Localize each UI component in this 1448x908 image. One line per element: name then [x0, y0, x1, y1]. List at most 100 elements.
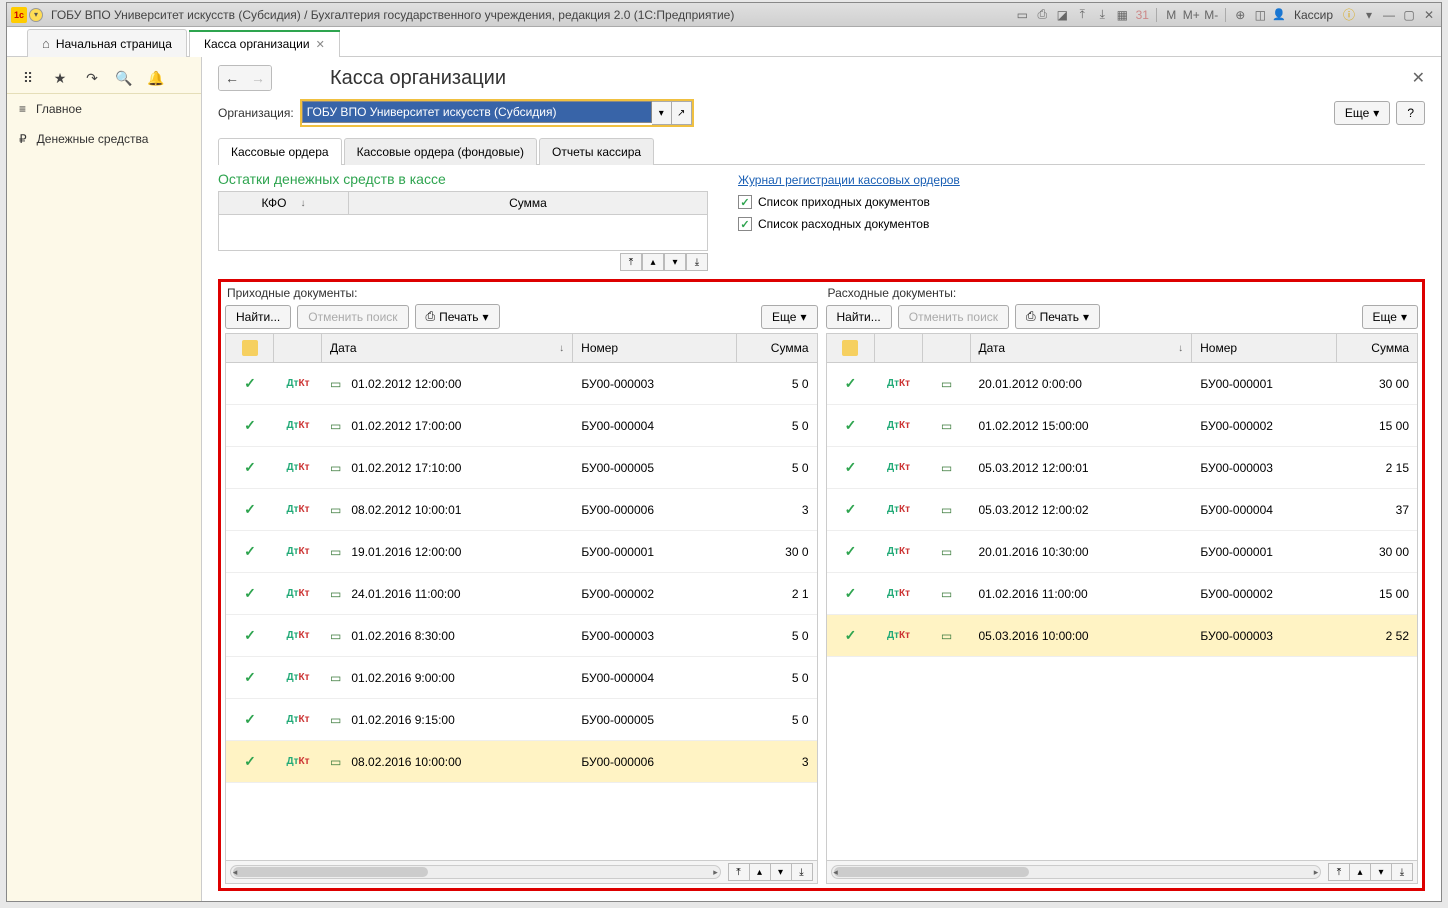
sidebar-item-cash[interactable]: ₽ Денежные средства — [7, 124, 201, 154]
bal-nav-last[interactable]: ⤓ — [686, 253, 708, 271]
itab-orders[interactable]: Кассовые ордера — [218, 138, 342, 165]
expense-col-ic[interactable] — [923, 334, 971, 362]
income-col-status[interactable] — [226, 334, 274, 362]
table-row[interactable]: ✓ДтКт▭01.02.2012 17:00:00БУ00-0000045 0 — [226, 405, 817, 447]
table-row[interactable]: ✓ДтКт▭01.02.2016 8:30:00БУ00-0000035 0 — [226, 615, 817, 657]
apps-icon[interactable]: ⠿ — [19, 69, 37, 87]
row-date: 20.01.2016 10:30:00 — [971, 541, 1193, 563]
search-icon[interactable]: 🔍 — [115, 69, 133, 87]
tb-calc-icon[interactable]: ▦ — [1114, 7, 1130, 23]
expense-find-button[interactable]: Найти... — [826, 305, 892, 329]
table-row[interactable]: ✓ДтКт▭01.02.2012 15:00:00БУ00-00000215 0… — [827, 405, 1418, 447]
bal-col-kfo[interactable]: КФО↓ — [219, 192, 349, 214]
table-row[interactable]: ✓ДтКт▭05.03.2016 10:00:00БУ00-0000032 52 — [827, 615, 1418, 657]
print-icon: ⎙ — [426, 309, 436, 324]
table-row[interactable]: ✓ДтКт▭01.02.2016 9:00:00БУ00-0000045 0 — [226, 657, 817, 699]
history-icon[interactable]: ↷ — [83, 69, 101, 87]
bal-col-sum[interactable]: Сумма — [349, 192, 707, 214]
income-col-dk[interactable] — [274, 334, 322, 362]
titlebar-dropdown[interactable]: ▾ — [29, 8, 43, 22]
table-row[interactable]: ✓ДтКт▭20.01.2012 0:00:00БУ00-00000130 00 — [827, 363, 1418, 405]
chk-income[interactable] — [738, 195, 752, 209]
chk-expense[interactable] — [738, 217, 752, 231]
income-col-num[interactable]: Номер — [573, 334, 736, 362]
row-num: БУ00-000003 — [573, 625, 736, 647]
itab-reports[interactable]: Отчеты кассира — [539, 138, 654, 165]
maximize-icon[interactable]: ▢ — [1401, 7, 1417, 23]
income-more-button[interactable]: Еще ▾ — [761, 305, 817, 329]
expense-nav-down[interactable]: ▾ — [1370, 863, 1392, 881]
table-row[interactable]: ✓ДтКт▭08.02.2012 10:00:01БУ00-0000063 — [226, 489, 817, 531]
expense-print-button[interactable]: ⎙ Печать ▾ — [1015, 304, 1100, 329]
org-open-icon[interactable]: ↗ — [672, 101, 692, 125]
income-nav-first[interactable]: ⤒ — [728, 863, 750, 881]
tb-print-icon[interactable]: ⎙ — [1034, 7, 1050, 23]
income-col-date[interactable]: Дата↓ — [322, 334, 573, 362]
expense-col-dk[interactable] — [875, 334, 923, 362]
close-window-icon[interactable]: ✕ — [1421, 7, 1437, 23]
tb-calendar-icon[interactable]: 31 — [1134, 7, 1150, 23]
expense-more-button[interactable]: Еще ▾ — [1362, 305, 1418, 329]
tb-folder-icon[interactable]: ▭ — [1014, 7, 1030, 23]
tb-m-icon[interactable]: M — [1163, 7, 1179, 23]
expense-hscroll[interactable]: ◂▸ — [831, 865, 1322, 879]
tab-home[interactable]: ⌂ Начальная страница — [27, 29, 187, 57]
table-row[interactable]: ✓ДтКт▭01.02.2012 12:00:00БУ00-0000035 0 — [226, 363, 817, 405]
user-label[interactable]: Кассир — [1294, 8, 1333, 22]
tb-info-icon[interactable]: ⓘ — [1341, 7, 1357, 23]
income-find-button[interactable]: Найти... — [225, 305, 291, 329]
table-row[interactable]: ✓ДтКт▭20.01.2016 10:30:00БУ00-00000130 0… — [827, 531, 1418, 573]
tab-kassa[interactable]: Касса организации ✕ — [189, 30, 340, 57]
help-button[interactable]: ? — [1396, 101, 1425, 125]
tb-info-dd[interactable]: ▾ — [1361, 7, 1377, 23]
table-row[interactable]: ✓ДтКт▭08.02.2016 10:00:00БУ00-0000063 — [226, 741, 817, 783]
table-row[interactable]: ✓ДтКт▭01.02.2012 17:10:00БУ00-0000055 0 — [226, 447, 817, 489]
expense-col-num[interactable]: Номер — [1192, 334, 1337, 362]
expense-col-status[interactable] — [827, 334, 875, 362]
expense-col-sum[interactable]: Сумма — [1337, 334, 1417, 362]
bal-nav-up[interactable]: ▴ — [642, 253, 664, 271]
table-row[interactable]: ✓ДтКт▭19.01.2016 12:00:00БУ00-00000130 0 — [226, 531, 817, 573]
journal-link[interactable]: Журнал регистрации кассовых ордеров — [738, 173, 960, 187]
expense-nav-first[interactable]: ⤒ — [1328, 863, 1350, 881]
minimize-icon[interactable]: — — [1381, 7, 1397, 23]
tb-zoom-icon[interactable]: ⊕ — [1232, 7, 1248, 23]
table-row[interactable]: ✓ДтКт▭01.02.2016 11:00:00БУ00-00000215 0… — [827, 573, 1418, 615]
bal-nav-down[interactable]: ▾ — [664, 253, 686, 271]
income-col-sum[interactable]: Сумма — [737, 334, 817, 362]
status-icon: ✓ — [827, 539, 875, 564]
tab-close-icon[interactable]: ✕ — [316, 38, 325, 51]
close-page-icon[interactable]: ✕ — [1412, 68, 1425, 88]
more-button-top[interactable]: Еще ▾ — [1334, 101, 1390, 125]
bell-icon[interactable]: 🔔 — [147, 69, 165, 87]
bal-nav-first[interactable]: ⤒ — [620, 253, 642, 271]
expense-nav-last[interactable]: ⤓ — [1391, 863, 1413, 881]
table-row[interactable]: ✓ДтКт▭01.02.2016 9:15:00БУ00-0000055 0 — [226, 699, 817, 741]
income-nav-down[interactable]: ▾ — [770, 863, 792, 881]
tb-upload-icon[interactable]: ⤒ — [1074, 7, 1090, 23]
org-dropdown-icon[interactable]: ▾ — [652, 101, 672, 125]
row-num: БУ00-000004 — [573, 667, 736, 689]
star-icon[interactable]: ★ — [51, 69, 69, 87]
income-print-button[interactable]: ⎙ Печать ▾ — [415, 304, 500, 329]
tb-mminus-icon[interactable]: M- — [1203, 7, 1219, 23]
table-row[interactable]: ✓ДтКт▭24.01.2016 11:00:00БУ00-0000022 1 — [226, 573, 817, 615]
back-button[interactable]: ← — [219, 66, 245, 90]
income-nav-last[interactable]: ⤓ — [791, 863, 813, 881]
tb-mplus-icon[interactable]: M+ — [1183, 7, 1199, 23]
dtkt-icon: ДтКт — [875, 416, 923, 435]
table-row[interactable]: ✓ДтКт▭05.03.2012 12:00:01БУ00-0000032 15 — [827, 447, 1418, 489]
sidebar-item-main[interactable]: ≡ Главное — [7, 94, 201, 124]
income-nav-up[interactable]: ▴ — [749, 863, 771, 881]
tb-download-icon[interactable]: ⤓ — [1094, 7, 1110, 23]
org-input[interactable] — [302, 101, 652, 123]
tb-panels-icon[interactable]: ◫ — [1252, 7, 1268, 23]
doc-icon: ▭ — [923, 583, 971, 605]
tb-compare-icon[interactable]: ◪ — [1054, 7, 1070, 23]
table-row[interactable]: ✓ДтКт▭05.03.2012 12:00:02БУ00-00000437 — [827, 489, 1418, 531]
expense-nav-up[interactable]: ▴ — [1349, 863, 1371, 881]
itab-fund-orders[interactable]: Кассовые ордера (фондовые) — [344, 138, 537, 165]
dtkt-icon: ДтКт — [274, 374, 322, 393]
income-hscroll[interactable]: ◂▸ — [230, 865, 721, 879]
expense-col-date[interactable]: Дата↓ — [971, 334, 1193, 362]
